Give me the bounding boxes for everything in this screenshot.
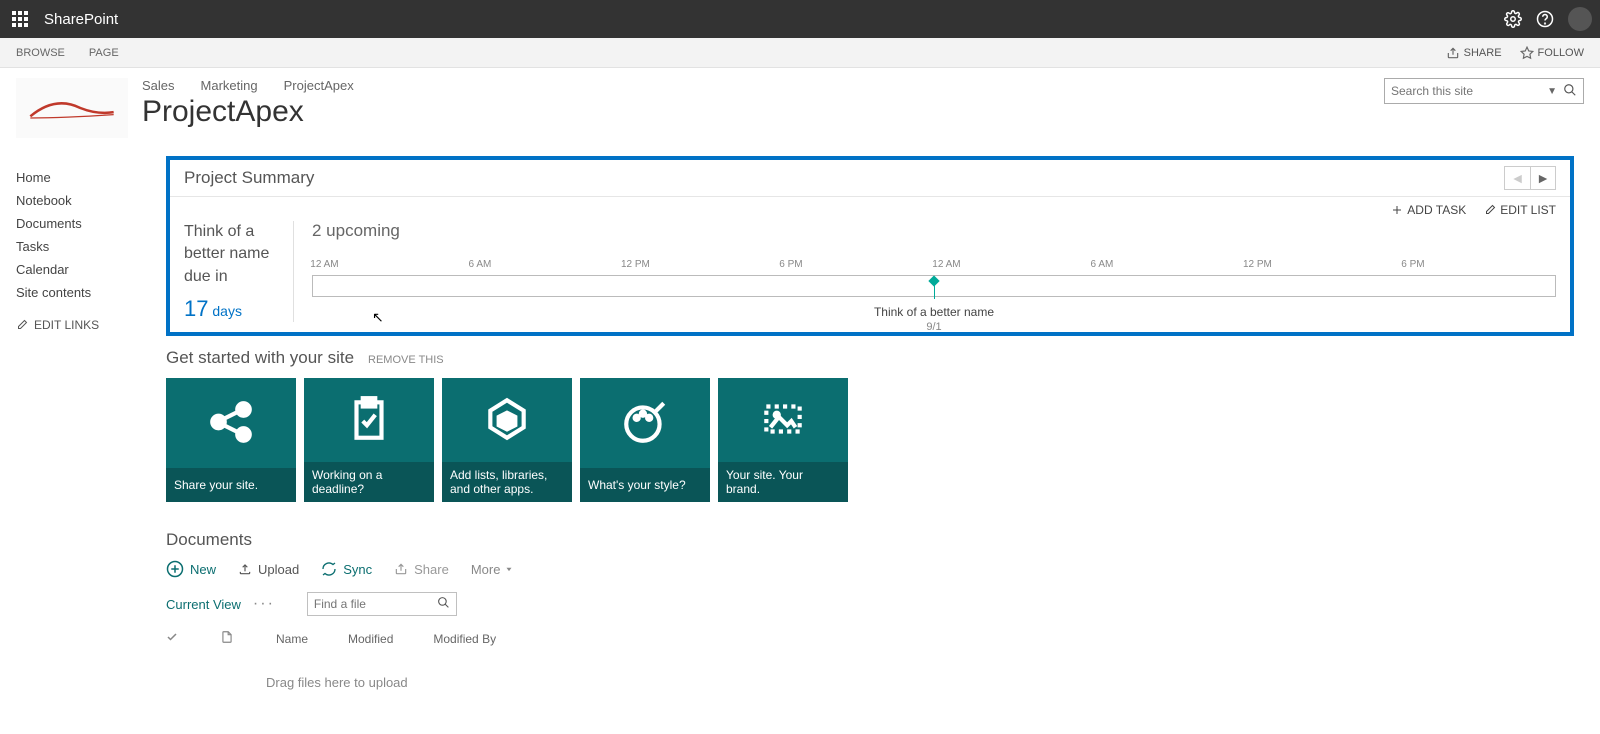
user-avatar[interactable] (1568, 7, 1592, 31)
nav-site-contents[interactable]: Site contents (16, 281, 166, 304)
get-started-title: Get started with your site (166, 348, 354, 368)
share-button[interactable]: SHARE (1446, 46, 1502, 60)
select-all-checkbox[interactable] (166, 631, 180, 646)
nav-notebook[interactable]: Notebook (16, 189, 166, 212)
page-title: ProjectApex (142, 95, 354, 129)
timeline-marker-date: 9/1 (926, 321, 941, 333)
documents-title: Documents (166, 530, 1574, 550)
timeline-labels: 12 AM 6 AM 12 PM 6 PM 12 AM 6 AM 12 PM 6… (312, 259, 1556, 275)
add-task-button[interactable]: ADD TASK (1391, 203, 1466, 217)
col-modified[interactable]: Modified (348, 632, 393, 646)
ribbon: BROWSE PAGE SHARE FOLLOW (0, 38, 1600, 68)
tile-share-site[interactable]: Share your site. (166, 378, 296, 502)
share-icon (206, 397, 256, 450)
find-file-input[interactable] (314, 597, 437, 611)
summary-next-button[interactable]: ► (1530, 166, 1556, 190)
ribbon-tab-page[interactable]: PAGE (89, 47, 119, 59)
follow-button[interactable]: FOLLOW (1520, 46, 1584, 60)
search-scope-dropdown[interactable]: ▼ (1547, 86, 1557, 97)
top-nav: Sales Marketing ProjectApex (142, 78, 354, 93)
project-summary-webpart: Project Summary ◄ ► ADD TASK EDIT LIST (166, 156, 1574, 336)
nav-link-projectapex[interactable]: ProjectApex (284, 78, 354, 93)
more-button[interactable]: More (471, 562, 515, 577)
left-nav: Home Notebook Documents Tasks Calendar S… (16, 146, 166, 690)
cursor-icon: ↖ (372, 309, 384, 326)
nav-tasks[interactable]: Tasks (16, 235, 166, 258)
find-search-icon[interactable] (437, 596, 450, 612)
documents-webpart: Documents New Upload Sync Share (166, 530, 1574, 690)
nav-link-marketing[interactable]: Marketing (201, 78, 258, 93)
col-name[interactable]: Name (276, 632, 308, 646)
summary-task-name: Think of a better name due in (184, 221, 283, 288)
drop-files-hint: Drag files here to upload (166, 675, 1574, 690)
search-input[interactable] (1391, 84, 1543, 98)
tile-style[interactable]: What's your style? (580, 378, 710, 502)
page-header: Sales Marketing ProjectApex ProjectApex … (0, 68, 1600, 146)
timeline-marker-line (934, 281, 935, 299)
site-logo[interactable] (16, 78, 128, 138)
help-icon[interactable] (1536, 10, 1554, 28)
timeline-marker-label: Think of a better name (874, 305, 994, 319)
nav-documents[interactable]: Documents (16, 212, 166, 235)
image-icon (758, 394, 808, 447)
summary-title: Project Summary (184, 168, 314, 188)
nav-home[interactable]: Home (16, 166, 166, 189)
settings-icon[interactable] (1504, 10, 1522, 28)
timeline[interactable]: 12 AM 6 AM 12 PM 6 PM 12 AM 6 AM 12 PM 6… (312, 259, 1556, 297)
new-button[interactable]: New (166, 560, 216, 578)
palette-icon (620, 397, 670, 450)
tile-brand[interactable]: Your site. Your brand. (718, 378, 848, 502)
share-docs-button[interactable]: Share (394, 562, 449, 577)
clipboard-check-icon (344, 394, 394, 447)
get-started-tiles: Share your site. Working on a deadline? … (166, 378, 1574, 502)
summary-days: 17 days (184, 296, 283, 322)
upload-button[interactable]: Upload (238, 562, 299, 577)
hexagon-icon (482, 394, 532, 447)
edit-links-button[interactable]: EDIT LINKS (16, 318, 166, 332)
col-modified-by[interactable]: Modified By (433, 632, 496, 646)
tile-deadline[interactable]: Working on a deadline? (304, 378, 434, 502)
search-box[interactable]: ▼ (1384, 78, 1584, 104)
upcoming-heading: 2 upcoming (312, 221, 1556, 241)
edit-list-button[interactable]: EDIT LIST (1484, 203, 1556, 217)
remove-this-link[interactable]: REMOVE THIS (368, 354, 444, 366)
suite-bar: SharePoint (0, 0, 1600, 38)
tile-add-lists[interactable]: Add lists, libraries, and other apps. (442, 378, 572, 502)
sync-button[interactable]: Sync (321, 561, 372, 577)
documents-column-headers: Name Modified Modified By (166, 626, 1574, 651)
type-column-icon[interactable] (220, 630, 236, 647)
search-icon[interactable] (1563, 83, 1577, 100)
nav-link-sales[interactable]: Sales (142, 78, 175, 93)
nav-calendar[interactable]: Calendar (16, 258, 166, 281)
view-menu-button[interactable]: ··· (253, 595, 275, 613)
app-launcher-icon[interactable] (8, 7, 32, 31)
current-view-link[interactable]: Current View (166, 597, 241, 612)
ribbon-tab-browse[interactable]: BROWSE (16, 47, 65, 59)
summary-prev-button[interactable]: ◄ (1504, 166, 1530, 190)
brand-label: SharePoint (44, 11, 118, 28)
find-file-box[interactable] (307, 592, 457, 616)
